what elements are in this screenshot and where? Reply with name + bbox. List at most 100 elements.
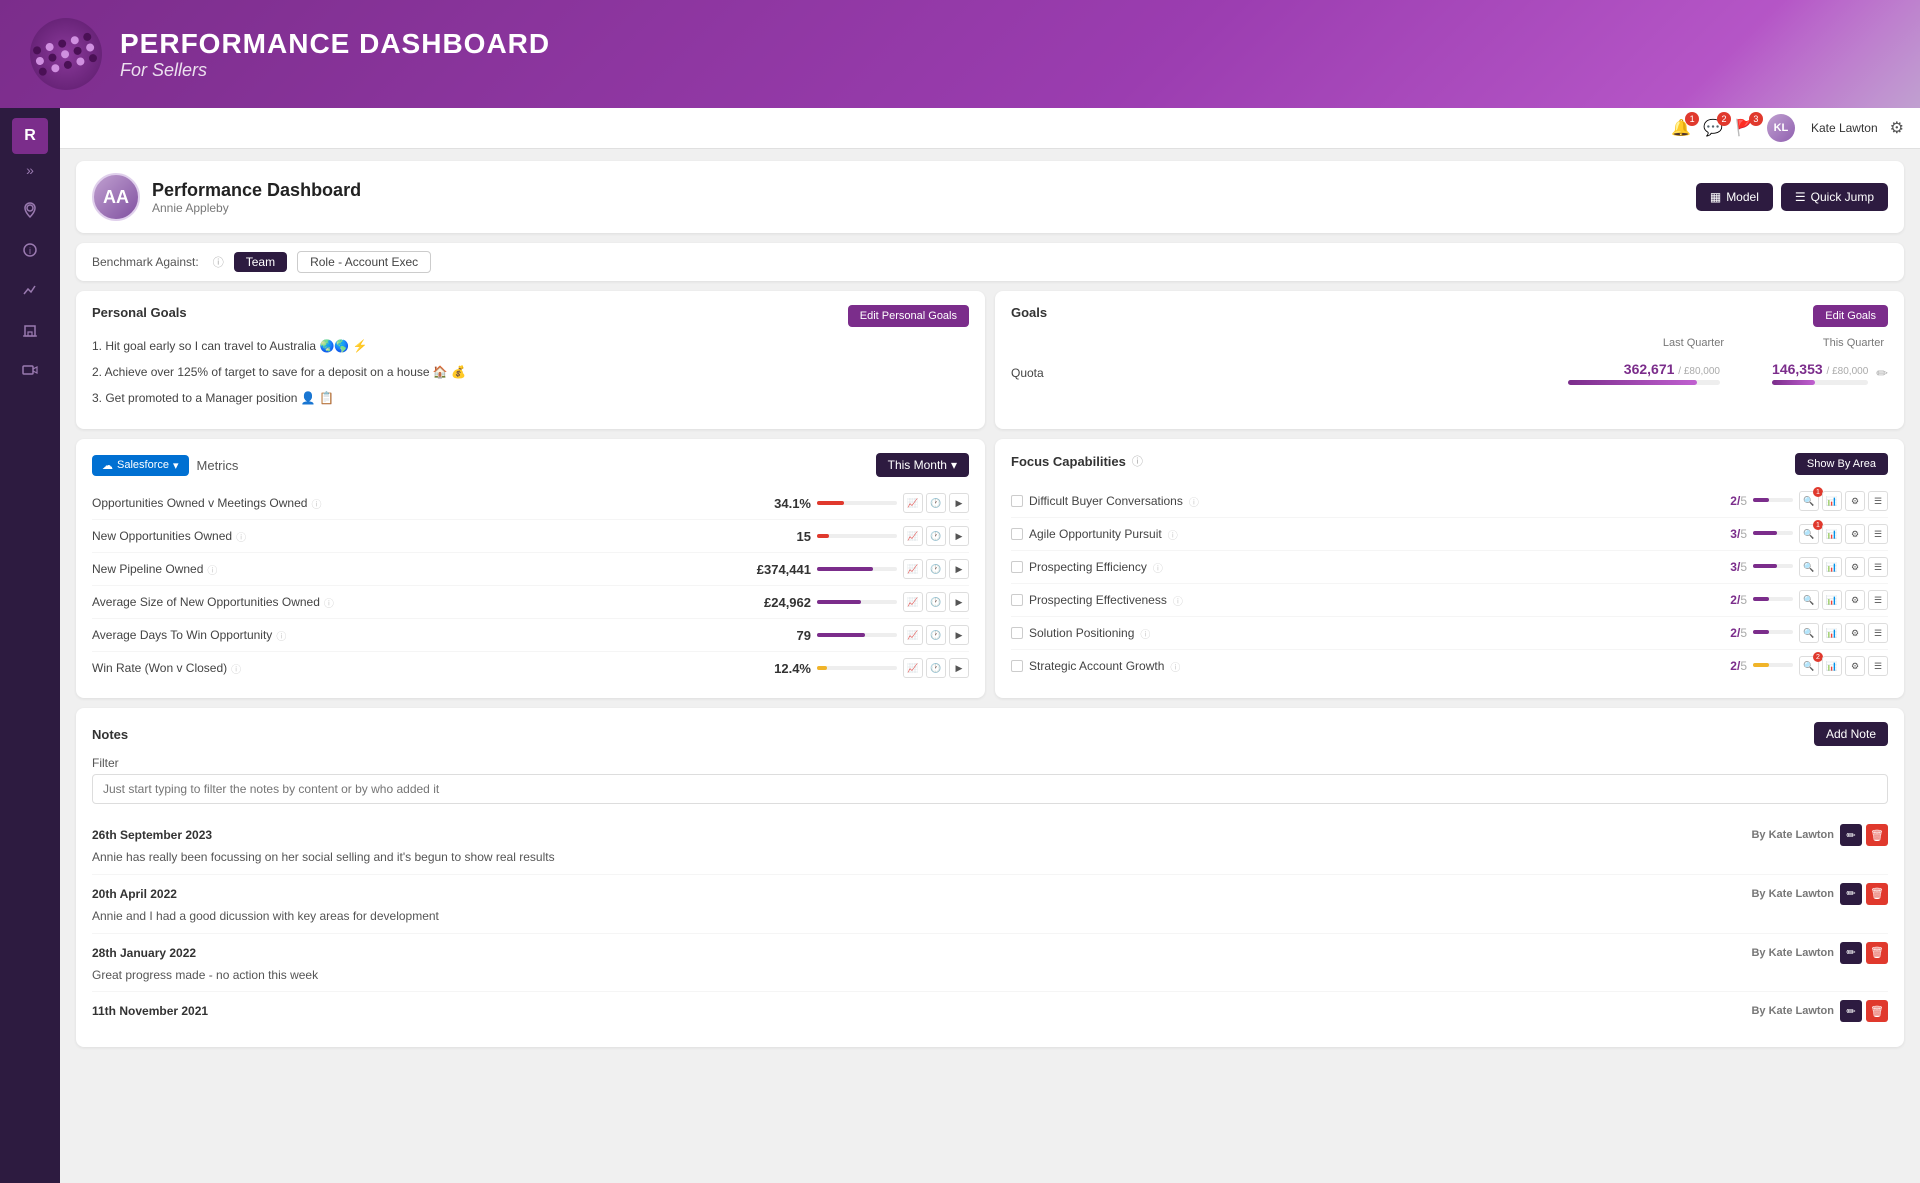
sidebar-item-video[interactable] — [14, 354, 46, 386]
note-delete-button[interactable]: 🗑 — [1866, 883, 1888, 905]
focus-capabilities-info-icon[interactable]: ⓘ — [1132, 453, 1143, 469]
metric-info-icon[interactable]: ⓘ — [231, 661, 241, 676]
metric-info-icon[interactable]: ⓘ — [276, 628, 286, 643]
add-note-button[interactable]: Add Note — [1814, 722, 1888, 746]
focus-list-button[interactable]: ☰ — [1868, 557, 1888, 577]
note-delete-button[interactable]: 🗑 — [1866, 824, 1888, 846]
focus-search-button[interactable]: 🔍 — [1799, 623, 1819, 643]
focus-chart-button[interactable]: 📊 — [1822, 491, 1842, 511]
settings-icon[interactable]: ⚙ — [1890, 118, 1904, 138]
focus-list-button[interactable]: ☰ — [1868, 524, 1888, 544]
focus-checkbox[interactable] — [1011, 528, 1023, 540]
focus-info-icon[interactable]: ⓘ — [1140, 626, 1150, 641]
sidebar-item-building[interactable] — [14, 314, 46, 346]
focus-search-button[interactable]: 🔍1 — [1799, 524, 1819, 544]
focus-chart-button[interactable]: 📊 — [1822, 590, 1842, 610]
this-month-button[interactable]: This Month ▾ — [876, 453, 969, 477]
edit-goals-button[interactable]: Edit Goals — [1813, 305, 1888, 327]
quota-edit-icon[interactable]: ✏ — [1876, 365, 1888, 382]
focus-chart-button[interactable]: 📊 — [1822, 656, 1842, 676]
model-button[interactable]: ▦ Model — [1696, 183, 1773, 211]
focus-checkbox[interactable] — [1011, 561, 1023, 573]
quick-jump-button[interactable]: ☰ Quick Jump — [1781, 183, 1888, 211]
benchmark-info-icon[interactable]: ⓘ — [213, 254, 224, 270]
focus-list-button[interactable]: ☰ — [1868, 590, 1888, 610]
focus-checkbox[interactable] — [1011, 627, 1023, 639]
focus-info-icon[interactable]: ⓘ — [1189, 494, 1199, 509]
focus-settings-button[interactable]: ⚙ — [1845, 557, 1865, 577]
metric-clock-button[interactable]: 🕐 — [926, 526, 946, 546]
focus-list-button[interactable]: ☰ — [1868, 623, 1888, 643]
note-delete-button[interactable]: 🗑 — [1866, 942, 1888, 964]
metric-info-icon[interactable]: ⓘ — [207, 562, 217, 577]
focus-info-icon[interactable]: ⓘ — [1173, 593, 1183, 608]
salesforce-button[interactable]: ☁ Salesforce ▾ — [92, 455, 189, 476]
metric-play-button[interactable]: ▶ — [949, 493, 969, 513]
metric-info-icon[interactable]: ⓘ — [324, 595, 334, 610]
metric-clock-button[interactable]: 🕐 — [926, 658, 946, 678]
metrics-controls: ☁ Salesforce ▾ Metrics — [92, 455, 238, 476]
metric-chart-button[interactable]: 📈 — [903, 592, 923, 612]
focus-chart-button[interactable]: 📊 — [1822, 524, 1842, 544]
metric-info-icon[interactable]: ⓘ — [236, 529, 246, 544]
this-quarter-progress — [1772, 380, 1868, 385]
focus-search-button[interactable]: 🔍 — [1799, 557, 1819, 577]
metric-chart-button[interactable]: 📈 — [903, 658, 923, 678]
note-edit-button[interactable]: ✏ — [1840, 942, 1862, 964]
benchmark-role-tag[interactable]: Role - Account Exec — [297, 251, 431, 273]
focus-search-button[interactable]: 🔍 — [1799, 590, 1819, 610]
focus-list-button[interactable]: ☰ — [1868, 656, 1888, 676]
benchmark-team-tag[interactable]: Team — [234, 252, 287, 272]
metric-play-button[interactable]: ▶ — [949, 625, 969, 645]
focus-settings-button[interactable]: ⚙ — [1845, 656, 1865, 676]
metric-clock-button[interactable]: 🕐 — [926, 592, 946, 612]
sidebar-item-chart[interactable] — [14, 274, 46, 306]
metrics-top: ☁ Salesforce ▾ Metrics This Month ▾ — [92, 453, 969, 477]
notification-bell-icon[interactable]: 🔔 1 — [1671, 118, 1691, 138]
sidebar-item-location[interactable] — [14, 194, 46, 226]
focus-row: Prospecting Effectiveness ⓘ 2/5 🔍 📊 ⚙ ☰ — [1011, 584, 1888, 617]
focus-settings-button[interactable]: ⚙ — [1845, 623, 1865, 643]
focus-settings-button[interactable]: ⚙ — [1845, 524, 1865, 544]
focus-checkbox[interactable] — [1011, 495, 1023, 507]
note-edit-button[interactable]: ✏ — [1840, 883, 1862, 905]
user-name: Kate Lawton — [1811, 121, 1878, 135]
focus-settings-button[interactable]: ⚙ — [1845, 590, 1865, 610]
flag-icon[interactable]: 🚩 3 — [1735, 118, 1755, 138]
metric-chart-button[interactable]: 📈 — [903, 625, 923, 645]
focus-settings-button[interactable]: ⚙ — [1845, 491, 1865, 511]
focus-info-icon[interactable]: ⓘ — [1168, 527, 1178, 542]
sidebar-item-info[interactable]: i — [14, 234, 46, 266]
focus-search-button[interactable]: 🔍1 — [1799, 491, 1819, 511]
notes-filter-input[interactable] — [92, 774, 1888, 804]
top-banner: PERFORMANCE DASHBOARD For Sellers — [0, 0, 1920, 108]
focus-chart-button[interactable]: 📊 — [1822, 623, 1842, 643]
focus-chart-button[interactable]: 📊 — [1822, 557, 1842, 577]
metric-play-button[interactable]: ▶ — [949, 526, 969, 546]
focus-search-button[interactable]: 🔍2 — [1799, 656, 1819, 676]
note-edit-button[interactable]: ✏ — [1840, 1000, 1862, 1022]
metric-chart-button[interactable]: 📈 — [903, 526, 923, 546]
metric-clock-button[interactable]: 🕐 — [926, 625, 946, 645]
edit-personal-goals-button[interactable]: Edit Personal Goals — [848, 305, 969, 327]
sidebar-chevron-icon[interactable]: » — [26, 162, 34, 178]
metric-play-button[interactable]: ▶ — [949, 658, 969, 678]
note-delete-button[interactable]: 🗑 — [1866, 1000, 1888, 1022]
metric-value: 12.4% — [741, 661, 811, 676]
focus-info-icon[interactable]: ⓘ — [1153, 560, 1163, 575]
note-edit-button[interactable]: ✏ — [1840, 824, 1862, 846]
focus-info-icon[interactable]: ⓘ — [1170, 659, 1180, 674]
metric-play-button[interactable]: ▶ — [949, 559, 969, 579]
focus-checkbox[interactable] — [1011, 594, 1023, 606]
show-by-area-button[interactable]: Show By Area — [1795, 453, 1888, 475]
metric-play-button[interactable]: ▶ — [949, 592, 969, 612]
metric-clock-button[interactable]: 🕐 — [926, 493, 946, 513]
focus-checkbox[interactable] — [1011, 660, 1023, 672]
metric-info-icon[interactable]: ⓘ — [311, 496, 321, 511]
metric-chart-button[interactable]: 📈 — [903, 559, 923, 579]
metric-clock-button[interactable]: 🕐 — [926, 559, 946, 579]
metric-chart-button[interactable]: 📈 — [903, 493, 923, 513]
note-date: 26th September 2023 By Kate Lawton ✏ 🗑 — [92, 824, 1888, 846]
focus-list-button[interactable]: ☰ — [1868, 491, 1888, 511]
chat-icon[interactable]: 💬 2 — [1703, 118, 1723, 138]
